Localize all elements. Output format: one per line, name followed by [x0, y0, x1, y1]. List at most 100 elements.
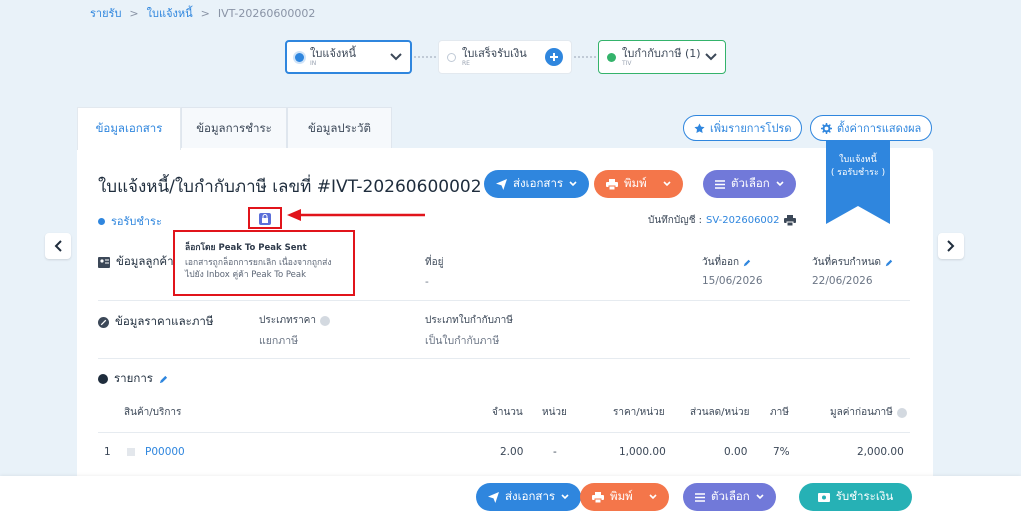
breadcrumb-income[interactable]: รายรับ: [90, 4, 121, 22]
customer-section-heading: ข้อมูลลูกค้า: [98, 253, 174, 271]
flow-step-code: RE: [462, 59, 470, 67]
tab-payment-info[interactable]: ข้อมูลการชำระ: [181, 107, 287, 149]
flow-step-label: ใบกำกับภาษี (1): [622, 46, 701, 60]
row-price: 1,000.00: [619, 446, 666, 458]
items-section-heading: รายการ: [98, 370, 168, 388]
options-button[interactable]: ตัวเลือก: [683, 483, 776, 511]
chevron-right-icon: [947, 240, 955, 252]
edit-pencil-icon[interactable]: [159, 375, 168, 384]
percent-icon: [98, 316, 109, 328]
chevron-down-icon: [756, 494, 764, 500]
price-type-value: แยกภาษี: [259, 335, 299, 347]
previous-document-button[interactable]: [45, 233, 71, 259]
edit-pencil-icon[interactable]: [743, 259, 751, 267]
flow-step-label: ใบเสร็จรับเงิน: [462, 46, 527, 60]
product-image-placeholder: [127, 448, 135, 456]
divider: [98, 358, 910, 359]
status-badge: รอรับชำระ: [98, 212, 162, 230]
account-entry-link[interactable]: SV-202606002: [706, 215, 779, 226]
address-label: ที่อยู่: [425, 257, 444, 268]
chevron-down-icon[interactable]: [390, 53, 402, 61]
print-button[interactable]: พิมพ์: [594, 170, 683, 198]
chevron-down-icon: [649, 494, 657, 500]
options-label: ตัวเลือก: [711, 489, 750, 503]
options-button[interactable]: ตัวเลือก: [703, 170, 796, 198]
product-link[interactable]: P00000: [145, 446, 185, 458]
send-document-button[interactable]: ส่งเอกสาร: [476, 483, 582, 511]
flow-step-invoice[interactable]: ใบแจ้งหนี้ IN: [285, 40, 412, 74]
flow-step-receipt[interactable]: ใบเสร็จรับเงิน RE: [438, 40, 572, 74]
row-quantity: 2.00: [500, 446, 524, 458]
breadcrumb-separator: >: [200, 6, 210, 20]
flow-step-tax-invoice[interactable]: ใบกำกับภาษี (1) TIV: [598, 40, 726, 74]
add-receipt-button[interactable]: [545, 48, 563, 66]
ribbon-title: ใบแจ้งหนี้: [839, 155, 877, 165]
print-label: พิมพ์: [624, 176, 647, 190]
column-header-amount: มูลค่าก่อนภาษี: [830, 405, 907, 420]
tooltip-title: ล็อกโดย Peak To Peak Sent: [185, 243, 307, 253]
receive-payment-label: รับชำระเงิน: [835, 489, 894, 503]
price-type-label: ประเภทราคา: [259, 313, 330, 328]
address-value: -: [425, 276, 429, 288]
send-document-label: ส่งเอกสาร: [513, 176, 564, 190]
divider: [98, 432, 910, 433]
issue-date-label-text: วันที่ออก: [702, 257, 740, 268]
id-card-icon: [98, 256, 110, 268]
help-icon[interactable]: [896, 407, 907, 418]
document-title-text: ใบแจ้งหนี้/ใบกำกับภาษี เลขที่ #IVT-20260…: [98, 177, 482, 197]
chevron-down-icon: [569, 181, 577, 187]
inactive-dot-icon: [447, 52, 456, 62]
printer-icon[interactable]: [783, 215, 796, 226]
add-favorite-button[interactable]: เพิ่มรายการโปรด: [683, 115, 803, 141]
done-dot-icon: [607, 52, 616, 62]
printer-icon: [592, 491, 604, 503]
tax-type-value: เป็นใบกำกับภาษี: [425, 335, 500, 347]
highlight-box: [248, 207, 282, 229]
column-header-unit: หน่วย: [542, 407, 567, 418]
display-settings-button[interactable]: ตั้งค่าการแสดงผล: [810, 115, 933, 141]
edit-pencil-icon[interactable]: [885, 259, 893, 267]
active-dot-icon: [295, 52, 304, 62]
list-icon: [715, 179, 725, 189]
row-discount: 0.00: [724, 446, 748, 458]
flow-step-code: IN: [310, 59, 317, 67]
options-label: ตัวเลือก: [731, 176, 770, 190]
tab-document-info[interactable]: ข้อมูลเอกสาร: [77, 107, 181, 150]
issue-date-label: วันที่ออก: [702, 255, 751, 270]
due-date-value: 22/06/2026: [812, 275, 873, 287]
status-ribbon: ใบแจ้งหนี้ ( รอรับชำระ ): [826, 140, 890, 224]
flow-step-code: TIV: [622, 59, 632, 67]
receive-payment-button[interactable]: รับชำระเงิน: [799, 483, 912, 511]
status-dot-icon: [98, 217, 105, 225]
column-header-product: สินค้า/บริการ: [124, 407, 182, 418]
flow-step-label: ใบแจ้งหนี้: [310, 46, 357, 60]
column-header-amount-text: มูลค่าก่อนภาษี: [830, 407, 893, 418]
items-heading-text: รายการ: [114, 371, 153, 385]
send-document-label: ส่งเอกสาร: [505, 489, 556, 503]
add-favorite-label: เพิ่มรายการโปรด: [710, 122, 792, 135]
customer-heading-text: ข้อมูลลูกค้า: [116, 254, 174, 268]
due-date-label: วันที่ครบกำหนด: [812, 255, 893, 270]
gear-icon: [821, 122, 832, 134]
list-icon: [695, 492, 705, 502]
tooltip-line-2: ไปยัง Inbox คู่ค้า Peak To Peak: [185, 270, 307, 280]
row-amount: 2,000.00: [857, 446, 904, 458]
print-button[interactable]: พิมพ์: [580, 483, 669, 511]
breadcrumb: รายรับ > ใบแจ้งหนี้ > IVT-20260600002: [90, 4, 315, 22]
help-icon[interactable]: [319, 315, 330, 326]
next-document-button[interactable]: [938, 233, 964, 259]
breadcrumb-separator: >: [129, 6, 139, 20]
document-flow: ใบแจ้งหนี้ IN ใบเสร็จรับเงิน RE ใบกำกับภาษ…: [285, 40, 726, 74]
row-unit: -: [553, 446, 557, 458]
chevron-down-icon[interactable]: [705, 53, 717, 61]
pricing-section-heading: ข้อมูลราคาและภาษี: [98, 313, 213, 331]
send-document-button[interactable]: ส่งเอกสาร: [484, 170, 590, 198]
issue-date-value: 15/06/2026: [702, 275, 763, 287]
row-tax: 7%: [773, 446, 790, 458]
column-header-price: ราคา/หน่วย: [613, 407, 665, 418]
chevron-down-icon: [663, 181, 671, 187]
send-icon: [488, 491, 499, 503]
breadcrumb-invoices[interactable]: ใบแจ้งหนี้: [147, 4, 193, 22]
tab-history[interactable]: ข้อมูลประวัติ: [287, 107, 392, 149]
column-header-quantity: จำนวน: [492, 407, 523, 418]
